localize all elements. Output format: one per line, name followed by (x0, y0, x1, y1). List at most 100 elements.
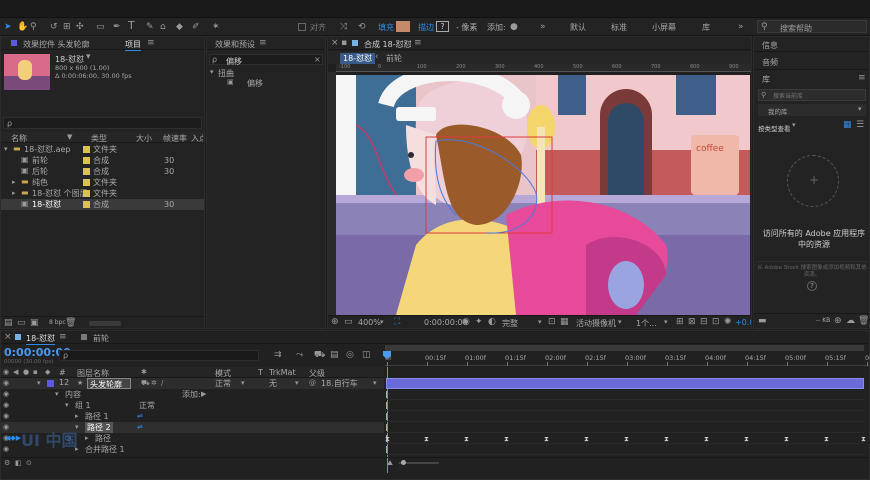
fast-preview-icon[interactable]: ⊟ (700, 316, 708, 328)
clone-stamp-tool-icon[interactable]: ⌂ (160, 21, 166, 33)
effects-panel-title[interactable]: 效果和预设 (215, 39, 255, 50)
fill-label[interactable]: 填充 (378, 22, 394, 33)
close-icon[interactable]: × (4, 331, 12, 343)
new-comp-icon[interactable]: ▣ (30, 317, 39, 329)
label-color-swatch[interactable] (83, 157, 90, 164)
keyframe-icon[interactable]: ⧗ (744, 434, 749, 444)
composition-title[interactable]: 合成 18-怼怼 (364, 39, 412, 50)
help-icon[interactable]: ? (807, 281, 817, 291)
panel-menu-icon[interactable]: ≡ (414, 37, 422, 49)
toggle-render-icon[interactable]: ⊙ (26, 457, 32, 469)
stroke-help-button[interactable]: ? (436, 21, 449, 32)
layer-label-color[interactable] (47, 380, 54, 387)
property-label[interactable]: 路径 (95, 433, 111, 444)
project-item[interactable]: ▾ ▬ 18-怼怼.aep 文件夹 (1, 144, 204, 155)
effects-search-value[interactable]: 偏移 (226, 56, 242, 67)
switch-quality-icon[interactable]: / (161, 377, 163, 389)
panel-menu-icon[interactable]: ≡ (858, 72, 866, 84)
selection-tool-icon[interactable]: ➤ (4, 21, 12, 33)
label-color-swatch[interactable] (83, 179, 90, 186)
panel-menu-icon[interactable]: ≡ (259, 37, 267, 49)
add-element-icon[interactable]: ⊕ (834, 315, 842, 327)
label-color-swatch[interactable] (83, 146, 90, 153)
tab-project[interactable]: 项目 (125, 39, 141, 51)
property-track[interactable] (385, 389, 864, 400)
timeline-link-icon[interactable]: ⊡ (712, 316, 720, 328)
property-label[interactable]: 路径 1 (85, 411, 109, 422)
grid-view-icon[interactable]: ▦ (843, 119, 852, 131)
show-channel-icon[interactable]: ✦ (475, 316, 483, 328)
snapshot-icon[interactable]: ◉ (462, 316, 470, 328)
exposure-icon[interactable]: ✺ (724, 316, 732, 328)
label-color-swatch[interactable] (83, 168, 90, 175)
trkmat-header[interactable]: TrkMat (269, 368, 296, 377)
property-track[interactable] (385, 444, 864, 455)
effects-item[interactable]: 偏移 (247, 78, 263, 89)
expand-arrow-icon[interactable]: ▾ (210, 66, 214, 78)
project-item[interactable]: ▣ 前轮 合成 30 (1, 155, 204, 166)
delete-icon[interactable]: 🗑 (858, 315, 869, 327)
zoom-out-icon[interactable]: ⛰ (387, 457, 393, 469)
group-by-dropdown-icon[interactable]: ▾ (792, 119, 796, 131)
timeline-tab-other[interactable]: 前轮 (93, 333, 109, 344)
property-row[interactable]: ◉ ▾ 内容 添加: ▶ (1, 389, 384, 400)
zoom-tool-icon[interactable]: ⚲ (30, 21, 37, 33)
info-title[interactable]: 信息 (762, 40, 778, 51)
puppet-tool-icon[interactable]: ✶ (212, 21, 220, 33)
time-ruler[interactable]: 0f00:15f01:00f01:15f02:00f02:15f03:00f03… (385, 352, 870, 366)
keyframe-icon[interactable]: ⧗ (784, 434, 789, 444)
property-track[interactable] (385, 411, 864, 422)
label-column-icon[interactable]: ▼ (67, 131, 72, 143)
camera-dropdown-icon[interactable]: ▾ (618, 316, 622, 328)
type-tool-icon[interactable]: T (128, 20, 135, 32)
bpc-label[interactable]: 8 bpc (49, 319, 66, 326)
transparency-grid-icon[interactable]: ▦ (560, 316, 569, 328)
library-dropdown[interactable]: 我的库 ▾ (758, 104, 866, 116)
col-type[interactable]: 类型 (91, 133, 107, 144)
help-search-box[interactable]: ⚲ 搜索帮助 (757, 20, 867, 33)
project-item[interactable]: ▣ 后轮 合成 30 (1, 166, 204, 177)
property-row[interactable]: ◉ ▾ 组 1 正常 (1, 400, 384, 411)
graph-editor-icon[interactable]: ◫ (362, 349, 371, 361)
add-arrow-icon[interactable]: ▶ (201, 388, 206, 400)
frame-blending-icon[interactable]: ▤ (330, 349, 339, 361)
keyframe-icon[interactable]: ⧗ (704, 434, 709, 444)
camera-tool-icon[interactable]: ⊞ (63, 21, 71, 33)
comp-tab-active[interactable]: 18-怼怼 (340, 53, 376, 64)
snap-icon[interactable]: ⤨ (340, 21, 347, 33)
expand-arrow-icon[interactable]: ▾ (55, 388, 59, 400)
chevron-down-icon[interactable]: ▾ (373, 377, 377, 389)
keyframe-icon[interactable]: ⧗ (385, 434, 390, 444)
shy-layers-icon[interactable]: ⛟ (314, 349, 325, 361)
layer-name[interactable]: 头发轮廓 (87, 378, 131, 389)
workspace-small-screen[interactable]: 小屏幕 (652, 22, 676, 33)
property-track[interactable] (385, 422, 864, 433)
layer-trkmat[interactable]: 无 (269, 378, 277, 389)
brush-tool-icon[interactable]: ✎ (146, 21, 154, 33)
keyframe-icon[interactable]: ⧗ (584, 434, 589, 444)
property-track[interactable] (385, 400, 864, 411)
keyframe-icon[interactable]: ⧗ (624, 434, 629, 444)
chevron-down-icon[interactable]: ▾ (295, 377, 299, 389)
project-search-input[interactable]: ρ (3, 117, 202, 129)
layer-parent[interactable]: 18.自行车 (321, 378, 371, 389)
add-asset-circle[interactable]: + (787, 155, 839, 207)
label-color-swatch[interactable] (83, 190, 90, 197)
region-icon[interactable]: ⛶ (394, 316, 400, 328)
lock-icon[interactable]: ▪ (341, 37, 347, 49)
thumb-dropdown-icon[interactable]: ▾ (86, 51, 91, 63)
project-scrollbar[interactable] (89, 321, 121, 326)
col-fps[interactable]: 帧速率 (163, 133, 187, 144)
timeline-tab-active[interactable]: 18-怼怼 (26, 333, 56, 345)
motion-blur-icon[interactable]: ◎ (346, 349, 354, 361)
col-size[interactable]: 大小 (136, 133, 152, 144)
close-icon[interactable]: × (331, 37, 339, 49)
list-view-icon[interactable]: ☰ (856, 119, 864, 131)
views-select[interactable]: 1个... (636, 318, 657, 329)
expand-arrow-icon[interactable]: ▾ (4, 143, 8, 155)
folder-icon[interactable]: ▬ (758, 315, 767, 327)
interpret-footage-icon[interactable]: ▤ (4, 317, 13, 329)
shape-tool-icon[interactable]: ▭ (96, 21, 105, 33)
pen-tool-icon[interactable]: ✒ (113, 21, 121, 33)
switch-shy-icon[interactable]: ⛟ (141, 377, 150, 389)
